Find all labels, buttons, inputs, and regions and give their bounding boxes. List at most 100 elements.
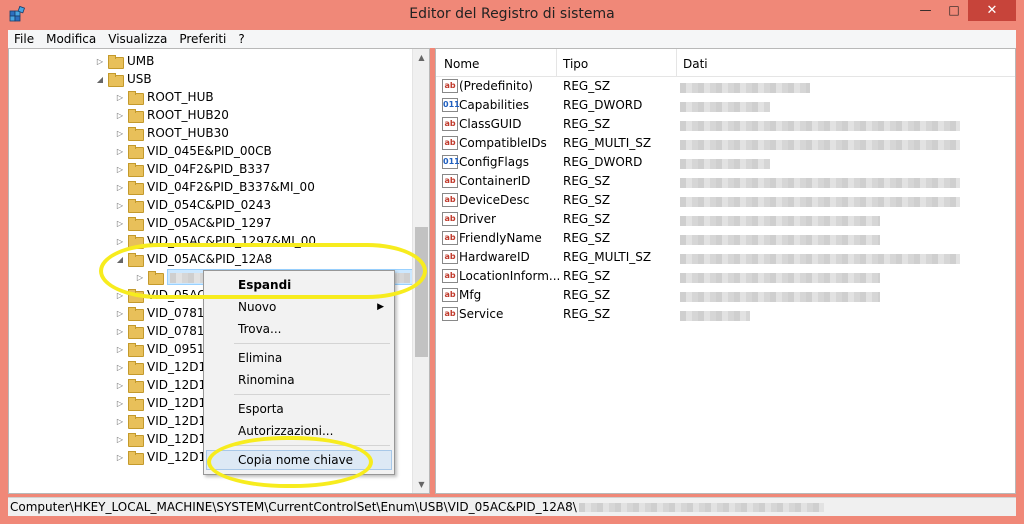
tree-item[interactable]: ▷ VID_0781& xyxy=(113,304,214,322)
folder-icon xyxy=(127,109,144,123)
tree-item[interactable]: ▷ VID_045E&PID_00CB xyxy=(113,142,272,160)
minimize-button[interactable]: — xyxy=(911,0,940,21)
menu-file[interactable]: File xyxy=(8,30,40,48)
table-row[interactable]: ab Driver REG_SZ xyxy=(436,210,1015,229)
tree-item[interactable]: ▷ VID_12D1 xyxy=(113,376,206,394)
tree-item[interactable]: ▷ VID_05AC&PID_1297&MI_00 xyxy=(113,232,316,250)
collapsed-arrow-icon[interactable]: ▷ xyxy=(113,219,127,228)
table-row[interactable]: ab ContainerID REG_SZ xyxy=(436,172,1015,191)
context-rename-item[interactable]: Rinomina xyxy=(206,370,392,390)
table-row[interactable]: ab CompatibleIDs REG_MULTI_SZ xyxy=(436,134,1015,153)
tree-item[interactable]: ▷ VID_12D1 xyxy=(113,358,206,376)
folder-icon xyxy=(147,271,164,285)
table-row[interactable]: ab HardwareID REG_MULTI_SZ xyxy=(436,248,1015,267)
tree-item[interactable]: ▷ VID_05AC xyxy=(113,286,206,304)
tree-item-label: VID_12D1 xyxy=(147,450,207,464)
value-type: REG_SZ xyxy=(563,117,611,131)
column-header-type[interactable]: Tipo xyxy=(563,57,588,71)
tree-item[interactable]: ▷ VID_04F2&PID_B337&MI_00 xyxy=(113,178,315,196)
expanded-arrow-icon[interactable]: ◢ xyxy=(93,75,107,84)
collapsed-arrow-icon[interactable]: ▷ xyxy=(113,111,127,120)
tree-item[interactable]: ◢ USB xyxy=(93,70,152,88)
tree-item-label: VID_12D1 xyxy=(147,414,207,428)
expanded-arrow-icon[interactable]: ◢ xyxy=(113,255,127,264)
close-button[interactable]: ✕ xyxy=(968,0,1016,21)
context-find-item[interactable]: Trova... xyxy=(206,319,392,339)
context-delete-item[interactable]: Elimina xyxy=(206,348,392,368)
collapsed-arrow-icon[interactable]: ▷ xyxy=(113,237,127,246)
table-row[interactable]: ab ClassGUID REG_SZ xyxy=(436,115,1015,134)
tree-item[interactable]: ▷ VID_12D1 xyxy=(113,430,206,448)
scroll-up-arrow-icon[interactable]: ▲ xyxy=(413,49,429,66)
collapsed-arrow-icon[interactable]: ▷ xyxy=(113,435,127,444)
menu-visualizza[interactable]: Visualizza xyxy=(102,30,173,48)
collapsed-arrow-icon[interactable]: ▷ xyxy=(113,327,127,336)
string-value-icon: ab xyxy=(442,79,458,93)
redacted-value-data xyxy=(680,254,960,264)
folder-icon xyxy=(127,361,144,375)
menu-help[interactable]: ? xyxy=(232,30,250,48)
collapsed-arrow-icon[interactable]: ▷ xyxy=(133,273,147,282)
context-new-item[interactable]: Nuovo ▶ xyxy=(206,297,392,317)
values-list-pane[interactable]: Nome Tipo Dati ab (Predefinito) REG_SZ 011 C… xyxy=(435,48,1016,494)
table-row[interactable]: ab Service REG_SZ xyxy=(436,305,1015,324)
context-copy-key-name-item[interactable]: Copia nome chiave xyxy=(206,450,392,470)
tree-item[interactable]: ▷ VID_05AC&PID_1297 xyxy=(113,214,272,232)
tree-item[interactable]: ▷ ROOT_HUB20 xyxy=(113,106,229,124)
menu-preferiti[interactable]: Preferiti xyxy=(173,30,232,48)
column-header-data[interactable]: Dati xyxy=(683,57,708,71)
collapsed-arrow-icon[interactable]: ▷ xyxy=(113,417,127,426)
tree-item[interactable]: ▷ VID_12D1 xyxy=(113,448,206,466)
collapsed-arrow-icon[interactable]: ▷ xyxy=(113,147,127,156)
collapsed-arrow-icon[interactable]: ▷ xyxy=(113,201,127,210)
table-row[interactable]: ab LocationInform... REG_SZ xyxy=(436,267,1015,286)
column-divider[interactable] xyxy=(676,49,677,77)
column-divider[interactable] xyxy=(556,49,557,77)
tree-item[interactable]: ▷ VID_12D1 xyxy=(113,412,206,430)
tree-item[interactable]: ◢ VID_05AC&PID_12A8 xyxy=(113,250,272,268)
value-name: Capabilities xyxy=(459,98,529,112)
tree-item[interactable]: ▷ VID_054C&PID_0243 xyxy=(113,196,271,214)
collapsed-arrow-icon[interactable]: ▷ xyxy=(113,345,127,354)
tree-item[interactable]: ▷ UMB xyxy=(93,52,154,70)
collapsed-arrow-icon[interactable]: ▷ xyxy=(93,57,107,66)
tree-item[interactable]: ▷ ROOT_HUB xyxy=(113,88,214,106)
scroll-down-arrow-icon[interactable]: ▼ xyxy=(413,476,429,493)
collapsed-arrow-icon[interactable]: ▷ xyxy=(113,183,127,192)
redacted-value-data xyxy=(680,235,880,245)
tree-item[interactable]: ▷ VID_0951& xyxy=(113,340,214,358)
tree-item-label: UMB xyxy=(127,54,155,68)
redacted-value-data xyxy=(680,311,750,321)
tree-item[interactable]: ▷ ROOT_HUB30 xyxy=(113,124,229,142)
table-row[interactable]: 011 Capabilities REG_DWORD xyxy=(436,96,1015,115)
table-row[interactable]: ab Mfg REG_SZ xyxy=(436,286,1015,305)
context-expand-item[interactable]: Espandi xyxy=(206,275,392,295)
collapsed-arrow-icon[interactable]: ▷ xyxy=(113,381,127,390)
context-permissions-item[interactable]: Autorizzazioni... xyxy=(206,421,392,441)
value-type: REG_MULTI_SZ xyxy=(563,250,652,264)
tree-item-label: ROOT_HUB xyxy=(147,90,214,104)
context-export-item[interactable]: Esporta xyxy=(206,399,392,419)
string-value-icon: ab xyxy=(442,212,458,226)
collapsed-arrow-icon[interactable]: ▷ xyxy=(113,309,127,318)
tree-scrollbar[interactable]: ▲ ▼ xyxy=(412,49,429,493)
collapsed-arrow-icon[interactable]: ▷ xyxy=(113,165,127,174)
collapsed-arrow-icon[interactable]: ▷ xyxy=(113,291,127,300)
collapsed-arrow-icon[interactable]: ▷ xyxy=(113,129,127,138)
maximize-button[interactable]: □ xyxy=(940,0,968,21)
collapsed-arrow-icon[interactable]: ▷ xyxy=(113,363,127,372)
column-header-name[interactable]: Nome xyxy=(444,57,479,71)
collapsed-arrow-icon[interactable]: ▷ xyxy=(113,453,127,462)
table-row[interactable]: ab DeviceDesc REG_SZ xyxy=(436,191,1015,210)
tree-scrollbar-thumb[interactable] xyxy=(415,227,428,357)
tree-item[interactable]: ▷ VID_12D1 xyxy=(113,394,206,412)
collapsed-arrow-icon[interactable]: ▷ xyxy=(113,93,127,102)
menu-modifica[interactable]: Modifica xyxy=(40,30,102,48)
tree-item[interactable]: ▷ VID_0781& xyxy=(113,322,214,340)
table-row[interactable]: ab (Predefinito) REG_SZ xyxy=(436,77,1015,96)
tree-item[interactable]: ▷ VID_04F2&PID_B337 xyxy=(113,160,270,178)
table-row[interactable]: ab FriendlyName REG_SZ xyxy=(436,229,1015,248)
string-value-icon: ab xyxy=(442,250,458,264)
collapsed-arrow-icon[interactable]: ▷ xyxy=(113,399,127,408)
table-row[interactable]: 011 ConfigFlags REG_DWORD xyxy=(436,153,1015,172)
